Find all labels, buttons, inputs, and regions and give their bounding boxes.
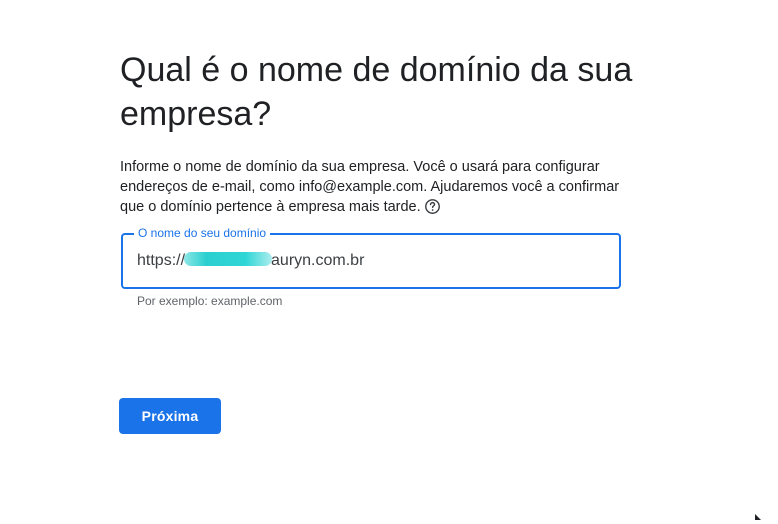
domain-value-prefix: https:// [137,252,186,269]
page-title: Qual é o nome de domínio da sua empresa? [120,51,633,133]
domain-field[interactable]: O nome do seu domínio https://auryn.com.… [121,226,621,289]
domain-input[interactable]: https:// auryn.com.br [137,235,597,287]
domain-hint: Por exemplo: example.com [137,294,283,308]
next-button[interactable]: Próxima [119,398,221,434]
help-circle-icon[interactable] [424,198,441,215]
resize-grip-icon[interactable] [754,513,762,521]
redaction-mark [184,252,273,266]
domain-setup-page: Qual é o nome de domínio da sua empresa?… [0,0,778,524]
page-description: Informe o nome de domínio da sua empresa… [120,157,630,217]
description-text: Informe o nome de domínio da sua empresa… [120,159,620,215]
domain-value-suffix: auryn.com.br [271,252,365,269]
